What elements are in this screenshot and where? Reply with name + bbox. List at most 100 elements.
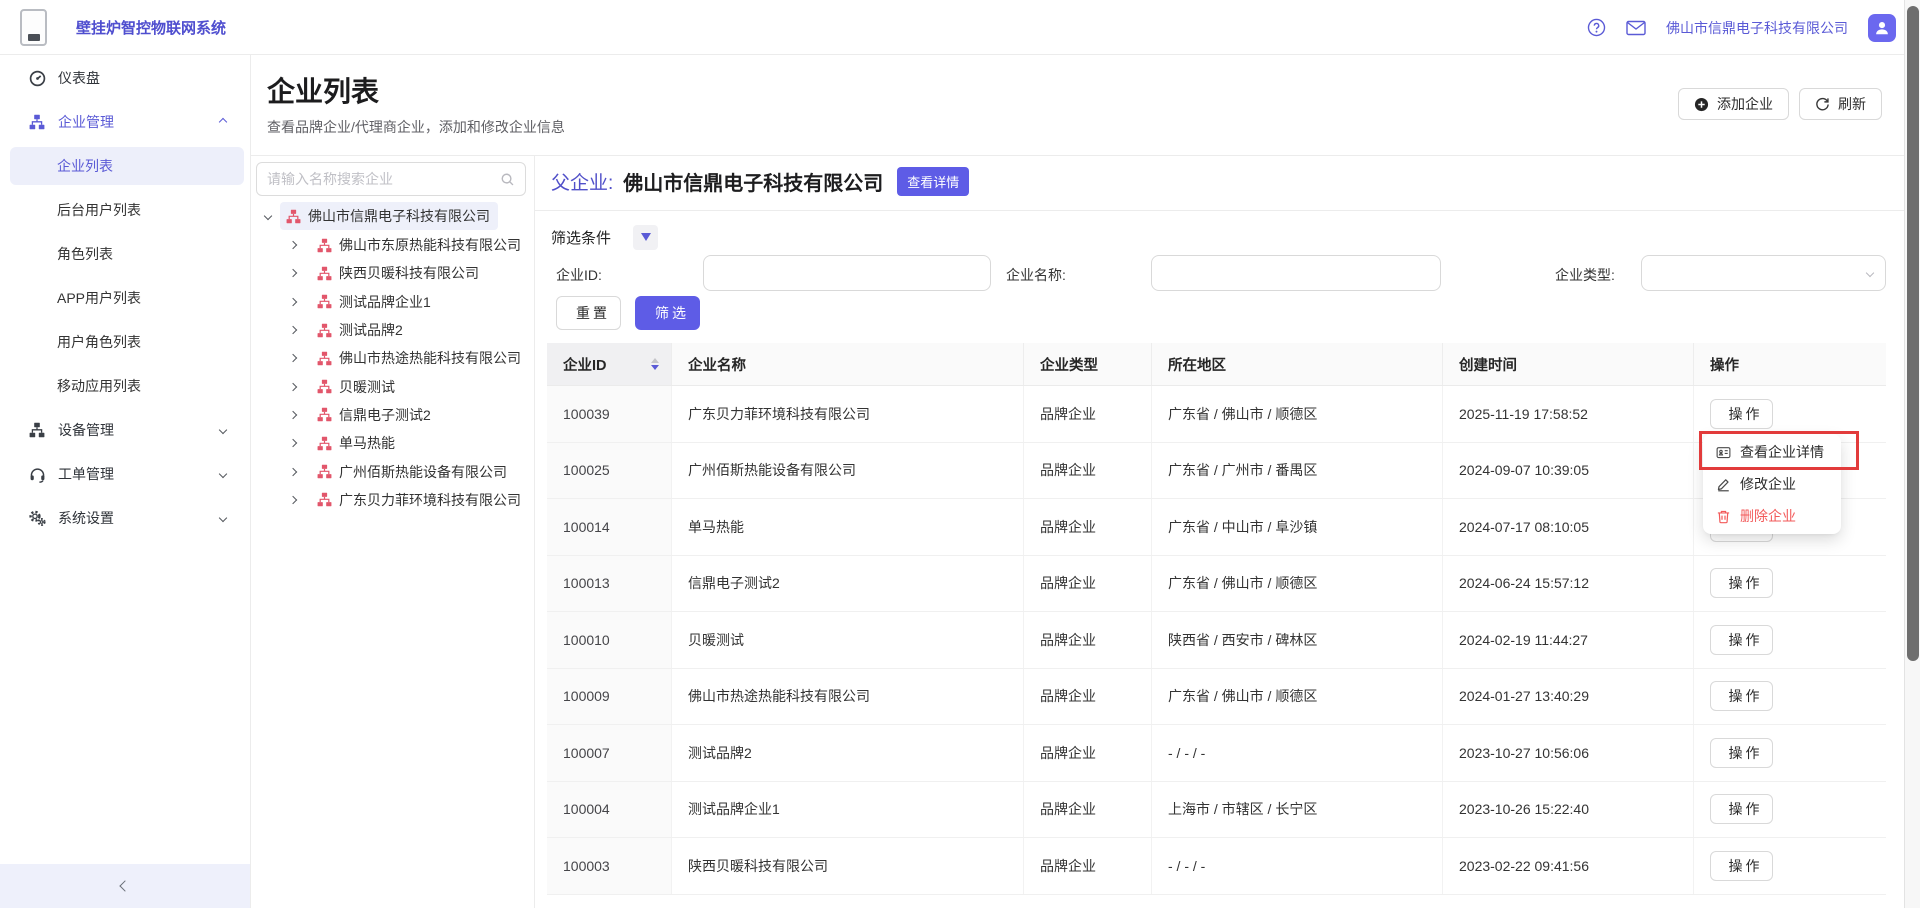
tree-node[interactable]: 佛山市东原热能科技有限公司: [251, 231, 534, 259]
tree-node[interactable]: 广州佰斯热能设备有限公司: [251, 457, 534, 485]
sidebar-item-enterprise-list[interactable]: 企业列表: [0, 144, 250, 188]
row-action-button[interactable]: 操作: [1710, 737, 1773, 768]
row-action-button[interactable]: 操作: [1710, 624, 1773, 655]
chevron-right-icon[interactable]: [288, 354, 298, 363]
cell: 100007: [547, 725, 672, 781]
gauge-icon: [28, 69, 46, 87]
tree-root-node[interactable]: 佛山市信鼎电子科技有限公司: [251, 201, 534, 231]
tree-node[interactable]: 单马热能: [251, 429, 534, 457]
mail-icon[interactable]: [1626, 18, 1646, 38]
chevron-right-icon[interactable]: [288, 467, 298, 476]
view-detail-button[interactable]: 查看详情: [897, 166, 970, 196]
chevron-right-icon[interactable]: [288, 325, 298, 335]
cell: 品牌企业: [1024, 442, 1152, 498]
org-icon: [28, 113, 46, 131]
scrollbar-thumb[interactable]: [1907, 6, 1919, 661]
cell-actions: 操作: [1694, 782, 1886, 838]
enterprise-name-input[interactable]: [1151, 255, 1441, 291]
action-dropdown-menu: 查看企业详情 修改企业 删除企业: [1703, 434, 1841, 534]
sidebar-item-system-settings[interactable]: 系统设置: [0, 496, 250, 540]
table-body: 100039 广东贝力菲环境科技有限公司 品牌企业 广东省 / 佛山市 / 顺德区 20…: [547, 386, 1886, 895]
menu-item[interactable]: 查看企业详情: [1703, 436, 1841, 468]
enterprise-type-select[interactable]: [1641, 255, 1886, 291]
chevron-down-icon[interactable]: [263, 211, 273, 221]
table-row: 100010 贝暖测试 品牌企业 陕西省 / 西安市 / 碑林区 2024-02-19 …: [547, 612, 1886, 669]
sort-carets-icon[interactable]: [651, 358, 659, 370]
cell: 100039: [547, 386, 672, 442]
tree-node[interactable]: 佛山市热途热能科技有限公司: [251, 344, 534, 372]
chevron-right-icon[interactable]: [288, 240, 298, 250]
menu-item[interactable]: 修改企业: [1703, 468, 1841, 500]
vertical-scrollbar[interactable]: [1904, 0, 1920, 908]
enterprise-tree-panel: 佛山市信鼎电子科技有限公司 佛山市东原热能科技有限公司陕西贝暖科技有限公司测试品…: [251, 155, 535, 908]
reset-button[interactable]: 重置: [556, 296, 621, 330]
add-enterprise-button[interactable]: 添加企业: [1678, 88, 1789, 120]
chevron-right-icon[interactable]: [288, 438, 298, 448]
chevron-right-icon[interactable]: [288, 410, 298, 420]
search-icon[interactable]: [500, 172, 515, 187]
chevron-left-icon: [119, 880, 131, 892]
row-action-button[interactable]: 操作: [1710, 850, 1773, 881]
tree-node[interactable]: 测试品牌企业1: [251, 288, 534, 316]
sidebar-item-device-management[interactable]: 设备管理: [0, 408, 250, 452]
row-action-button[interactable]: 操作: [1710, 794, 1773, 825]
chevron-right-icon[interactable]: [288, 382, 298, 391]
sidebar-item-mobile-app-list[interactable]: 移动应用列表: [0, 364, 250, 408]
sidebar-item-dashboard[interactable]: 仪表盘: [0, 56, 250, 100]
filter-title: 筛选条件: [551, 229, 612, 247]
sidebar: 仪表盘 企业管理 企业列表 后台用户列表 角色列表 APP用户列表 用户角色列表 移动应用列表…: [0, 55, 251, 908]
sidebar-item-enterprise-management[interactable]: 企业管理: [0, 100, 250, 144]
apply-filter-button[interactable]: 筛选: [635, 296, 700, 330]
help-icon[interactable]: [1586, 18, 1606, 38]
cell: 品牌企业: [1024, 838, 1152, 894]
menu-item[interactable]: 删除企业: [1703, 500, 1841, 532]
filter-collapse-button[interactable]: [633, 224, 659, 250]
enterprise-icon: [317, 294, 332, 309]
cell: 100014: [547, 499, 672, 555]
tree-node[interactable]: 贝暖测试: [251, 372, 534, 400]
column-header: 企业名称: [672, 343, 1024, 385]
page-actions: 添加企业 刷新: [1678, 88, 1882, 120]
row-action-button[interactable]: 操作: [1710, 681, 1773, 712]
page-subtitle: 查看品牌企业/代理商企业，添加和修改企业信息: [267, 119, 565, 135]
cell: 品牌企业: [1024, 386, 1152, 442]
table-row: 100013 信鼎电子测试2 品牌企业 广东省 / 佛山市 / 顺德区 2024-06-…: [547, 555, 1886, 612]
chevron-right-icon[interactable]: [288, 495, 298, 505]
table-row: 100014 单马热能 品牌企业 广东省 / 中山市 / 阜沙镇 2024-07-17 …: [547, 499, 1886, 556]
sidebar-menu: 仪表盘 企业管理 企业列表 后台用户列表 角色列表 APP用户列表 用户角色列表 移动应用列表…: [0, 56, 250, 540]
cell: 2024-01-27 13:40:29: [1443, 668, 1694, 724]
chevron-right-icon[interactable]: [288, 297, 298, 306]
table-row: 100025 广州佰斯热能设备有限公司 品牌企业 广东省 / 广州市 / 番禺区 202…: [547, 442, 1886, 499]
tree-children: 佛山市东原热能科技有限公司 陕西贝暖科技有限公司 测试品牌企业1 测试品牌2 佛山市热途…: [251, 231, 534, 514]
refresh-icon: [1815, 97, 1830, 112]
avatar[interactable]: [1868, 13, 1896, 42]
row-action-button[interactable]: 操作: [1710, 398, 1773, 429]
tree-node[interactable]: 测试品牌2: [251, 316, 534, 344]
tree-node[interactable]: 陕西贝暖科技有限公司: [251, 259, 534, 287]
sidebar-item-user-role-list[interactable]: 用户角色列表: [0, 320, 250, 364]
person-icon: [1873, 19, 1891, 37]
tree-search-input[interactable]: [267, 171, 500, 187]
refresh-button[interactable]: 刷新: [1799, 88, 1882, 120]
enterprise-icon: [317, 323, 332, 338]
cell-actions: 操作: [1694, 725, 1886, 781]
tree-node[interactable]: 广东贝力菲环境科技有限公司: [251, 486, 534, 514]
chevron-down-icon: [218, 469, 228, 479]
cell: 品牌企业: [1024, 668, 1152, 724]
sidebar-item-backend-user-list[interactable]: 后台用户列表: [0, 188, 250, 232]
tree-search-box: [256, 162, 526, 196]
tree-root-selected[interactable]: 佛山市信鼎电子科技有限公司: [280, 202, 498, 230]
cell: 广东省 / 佛山市 / 顺德区: [1152, 386, 1443, 442]
row-action-button[interactable]: 操作: [1710, 568, 1773, 599]
sidebar-item-app-user-list[interactable]: APP用户列表: [0, 276, 250, 320]
enterprise-id-input[interactable]: [703, 255, 991, 291]
chevron-right-icon[interactable]: [288, 269, 298, 278]
column-header[interactable]: 企业ID: [547, 343, 672, 385]
cell: 陕西贝暖科技有限公司: [672, 838, 1024, 894]
cluster-icon: [28, 421, 46, 439]
sidebar-item-role-list[interactable]: 角色列表: [0, 232, 250, 276]
sidebar-item-work-order-management[interactable]: 工单管理: [0, 452, 250, 496]
current-company[interactable]: 佛山市信鼎电子科技有限公司: [1666, 18, 1848, 38]
sidebar-collapse-button[interactable]: [0, 864, 250, 908]
tree-node[interactable]: 信鼎电子测试2: [251, 401, 534, 429]
